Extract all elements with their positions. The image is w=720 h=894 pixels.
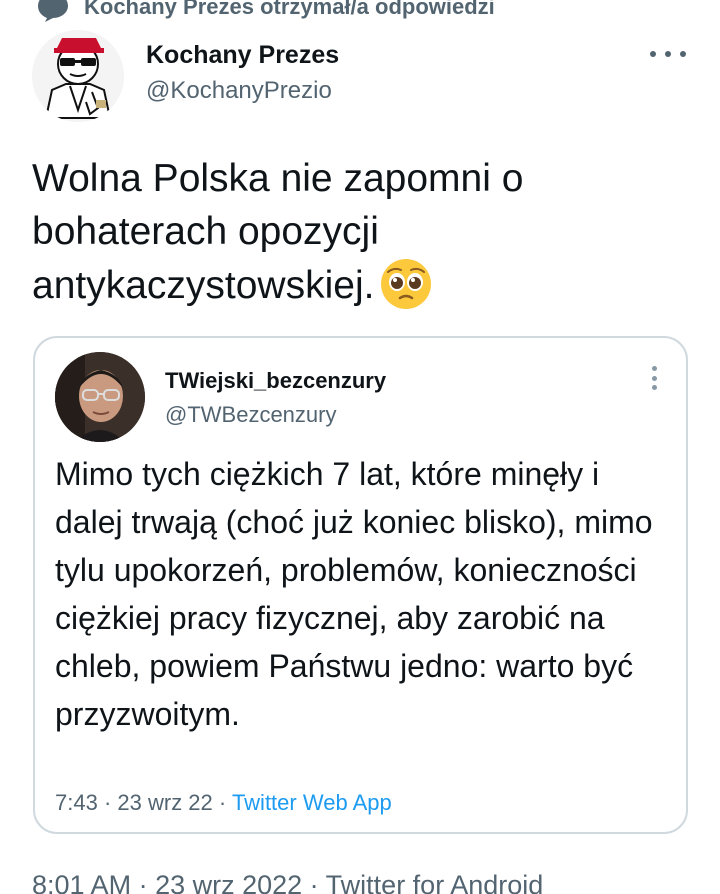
tweet-meta: 8:01 AM · 23 wrz 2022 · Twitter for Andr… [32, 868, 543, 894]
meta-separator: · [131, 870, 156, 894]
author-display-name[interactable]: Kochany Prezes [146, 40, 339, 70]
tweet-source: Twitter for Android [325, 870, 544, 894]
tweet-text: Wolna Polska nie zapomni o bohaterach op… [32, 152, 672, 312]
quoted-tweet[interactable]: TWiejski_bezcenzury @TWBezcenzury Mimo t… [33, 336, 688, 834]
more-vertical-icon[interactable] [652, 366, 658, 390]
quoted-separator: · [97, 790, 118, 815]
quoted-avatar[interactable] [55, 352, 145, 442]
quoted-separator-2: · [212, 790, 232, 815]
quoted-author-names: TWiejski_bezcenzury @TWBezcenzury [165, 368, 386, 428]
tweet-time[interactable]: 8:01 AM [32, 870, 131, 894]
quoted-time: 7:43 [55, 790, 98, 815]
quoted-display-name[interactable]: TWiejski_bezcenzury [165, 368, 386, 394]
social-context[interactable]: Kochany Prezes otrzymał/a odpowiedzi [36, 0, 495, 22]
more-horizontal-icon[interactable] [650, 42, 686, 66]
quoted-text: Mimo tych ciężkich 7 lat, które minęły i… [55, 456, 653, 732]
tweet-text-body: Wolna Polska nie zapomni o bohaterach op… [32, 157, 524, 307]
author-names: Kochany Prezes @KochanyPrezio [146, 40, 339, 106]
speech-bubble-icon [38, 0, 68, 22]
quoted-date: 23 wrz 22 [117, 790, 213, 815]
tweet-header: Kochany Prezes @KochanyPrezio [32, 30, 692, 122]
quoted-meta: 7:43 · 23 wrz 22 · Twitter Web App [55, 788, 392, 818]
pleading-face-emoji-icon [381, 259, 432, 309]
quoted-source-link[interactable]: Twitter Web App [232, 790, 392, 815]
author-handle[interactable]: @KochanyPrezio [146, 76, 339, 106]
tweet-detail: Kochany Prezes otrzymał/a odpowiedzi Koc… [0, 0, 720, 894]
avatar[interactable] [32, 30, 124, 122]
meta-separator-2: · [302, 870, 326, 894]
tweet-date[interactable]: 23 wrz 2022 [155, 870, 302, 894]
person-photo-icon [55, 352, 145, 442]
social-context-label: Kochany Prezes otrzymał/a odpowiedzi [84, 0, 495, 19]
cartoon-avatar-icon [32, 30, 124, 122]
quoted-handle[interactable]: @TWBezcenzury [165, 402, 386, 428]
